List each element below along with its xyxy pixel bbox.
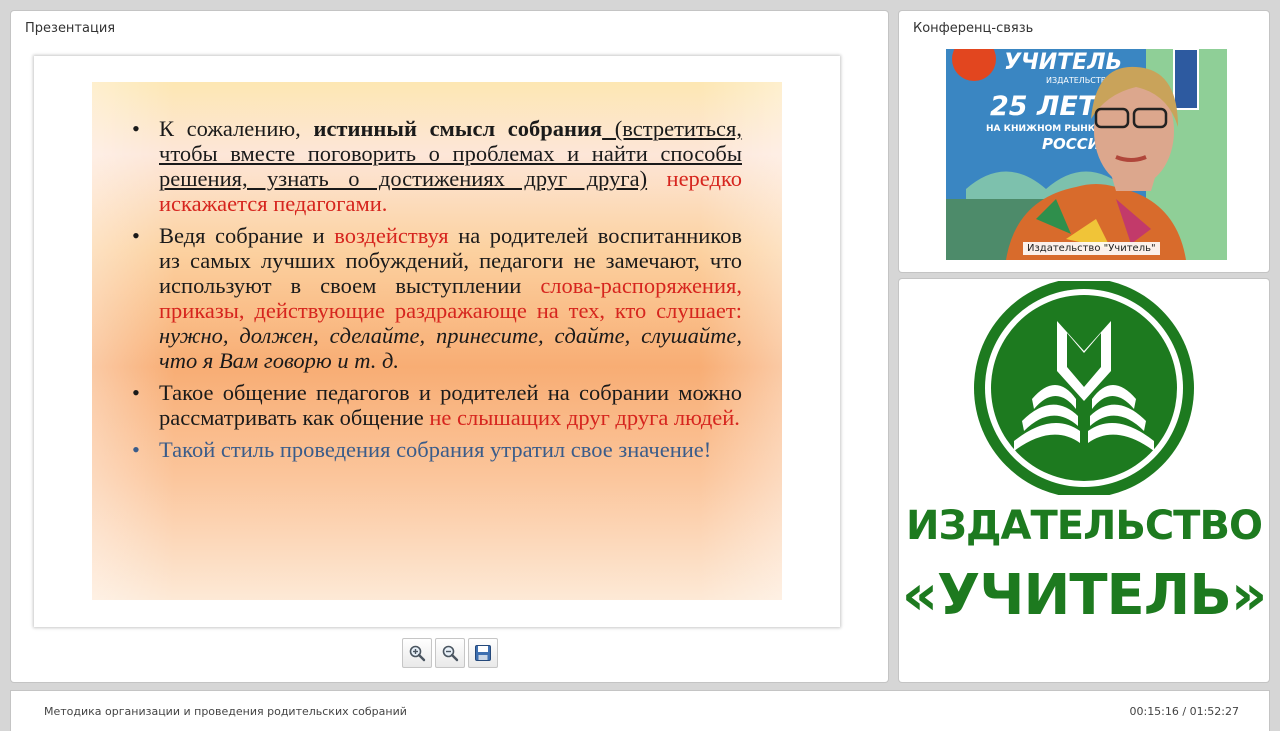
banner-market: НА КНИЖНОМ РЫНКЕ [986,124,1101,134]
logo-text-publisher: ИЗДАТЕЛЬСТВО [906,503,1263,549]
save-icon [475,645,491,661]
slide-bullet-1: К сожалению, истинный смысл собрания (вс… [132,116,742,216]
webcam-video[interactable]: УЧИТЕЛЬ ИЗДАТЕЛЬСТВО 25 ЛЕТ НА КНИЖНОМ Р… [946,49,1227,260]
publisher-emblem [974,281,1194,495]
save-button[interactable] [468,638,498,668]
slide-bullet-list: К сожалению, истинный смысл собрания (вс… [132,116,742,469]
banner-years: 25 ЛЕТ [990,91,1099,122]
bullet-2-red-1: воздействуя [334,223,449,248]
bullet-1-bold: истинный смысл собрания [313,116,603,141]
bullet-2-italic: нужно, должен, сделайте, принесите, сдай… [159,323,742,373]
zoom-out-button[interactable] [435,638,465,668]
presentation-title: Презентация [25,21,116,36]
status-bar: Методика организации и проведения родите… [11,691,1269,731]
bullet-1-intro: К сожалению, [159,116,314,141]
course-title: Методика организации и проведения родите… [44,705,407,718]
presentation-panel: Презентация К сожалению, истинный смысл … [11,11,888,682]
video-caption: Издательство "Учитель" [1023,242,1160,255]
conference-panel: Конференц-связь УЧИТЕЛЬ ИЗДАТЕЛЬСТВО 25 … [899,11,1269,272]
video-scene: УЧИТЕЛЬ ИЗДАТЕЛЬСТВО 25 ЛЕТ НА КНИЖНОМ Р… [946,49,1227,260]
publisher-logo-panel: ИЗДАТЕЛЬСТВО «УЧИТЕЛЬ» [899,279,1269,682]
bullet-2-text-a: Ведя собрание и [159,223,335,248]
slide: К сожалению, истинный смысл собрания (вс… [92,82,782,600]
playback-time: 00:15:16 / 01:52:27 [1129,705,1239,718]
bullet-3-red: не слышащих друг друга людей. [429,405,740,430]
slide-toolbar [402,638,498,668]
slide-frame: К сожалению, истинный смысл собрания (вс… [34,56,840,627]
banner-country: РОССИ [1042,135,1101,153]
bullet-4-text: Такой стиль проведения собрания утратил … [159,437,712,462]
banner-title: УЧИТЕЛЬ [1004,50,1122,75]
slide-bullet-4: Такой стиль проведения собрания утратил … [132,437,742,462]
conference-title: Конференц-связь [913,21,1034,36]
zoom-out-icon [442,645,459,662]
slide-bullet-3: Такое общение педагогов и родителей на с… [132,380,742,430]
slide-bullet-2: Ведя собрание и воздействуя на родителей… [132,223,742,373]
zoom-in-icon [409,645,426,662]
logo-text-uchitel: «УЧИТЕЛЬ» [901,563,1267,628]
zoom-in-button[interactable] [402,638,432,668]
